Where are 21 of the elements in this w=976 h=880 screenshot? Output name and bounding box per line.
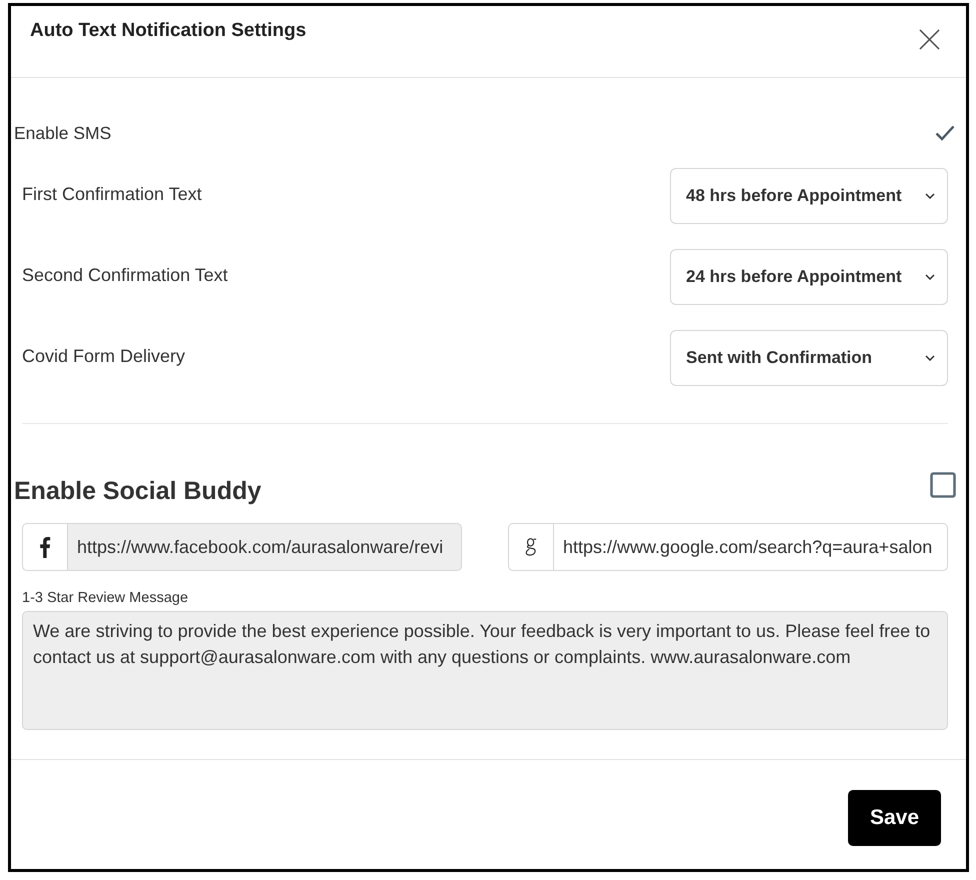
sms-label: Enable SMS xyxy=(14,122,112,144)
setting-label: First Confirmation Text xyxy=(22,183,202,205)
dropdown[interactable]: Sent with Confirmation xyxy=(670,330,948,386)
checkbox[interactable] xyxy=(930,472,956,498)
section-heading: Enable Social Buddy xyxy=(14,476,262,506)
save-button[interactable]: Save xyxy=(848,790,941,846)
caret-icon xyxy=(925,274,935,280)
dialog-title: Auto Text Notification Settings xyxy=(30,20,306,42)
setting-label: Covid Form Delivery xyxy=(22,345,186,367)
message-field[interactable]: We are striving to provide the best experience possible. Your feedback is very important to us. Please feel free to contact us at support@aurasalonware.com with any questions or complaints. www.aurasalonware.com xyxy=(22,611,948,730)
caret-icon xyxy=(925,193,935,199)
url-field[interactable]: https://www.google.com/search?q=aura+salon xyxy=(553,523,948,571)
checkbox[interactable] xyxy=(935,125,955,141)
g-logo-icon xyxy=(508,523,553,571)
field-label: 1-3 Star Review Message xyxy=(22,590,188,606)
close-icon[interactable] xyxy=(919,29,940,50)
f-logo-icon xyxy=(22,523,67,571)
setting-label: Second Confirmation Text xyxy=(22,264,228,286)
dropdown[interactable]: 24 hrs before Appointment xyxy=(670,249,948,305)
caret-icon xyxy=(925,355,935,361)
dropdown[interactable]: 48 hrs before Appointment xyxy=(670,168,948,224)
